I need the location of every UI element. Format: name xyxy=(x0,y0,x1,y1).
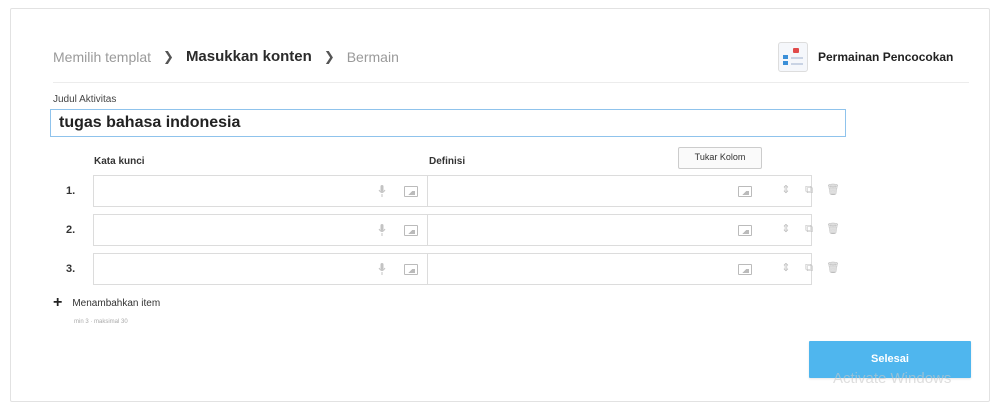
item-number: 2. xyxy=(66,224,76,236)
reorder-icon[interactable]: ⇕ xyxy=(780,184,792,196)
keyword-input[interactable] xyxy=(93,214,428,246)
duplicate-icon[interactable]: ⧉ xyxy=(803,262,815,274)
plus-icon: + xyxy=(53,294,63,311)
chevron-right-icon: ❯ xyxy=(163,48,174,64)
game-type-indicator: Permainan Pencocokan xyxy=(778,42,953,72)
trash-icon[interactable]: 🗑 xyxy=(826,262,840,274)
reorder-icon[interactable]: ⇕ xyxy=(780,262,792,274)
item-row: 3. ⇕ ⧉ 🗑 xyxy=(50,253,850,285)
item-count-hint: min 3 · maksimal 30 xyxy=(74,319,128,325)
row-actions: ⇕ ⧉ 🗑 xyxy=(780,223,840,235)
microphone-icon[interactable] xyxy=(378,224,386,236)
trash-icon[interactable]: 🗑 xyxy=(826,223,840,235)
duplicate-icon[interactable]: ⧉ xyxy=(803,184,815,196)
add-item-button[interactable]: + Menambahkan item xyxy=(53,294,161,311)
match-game-icon xyxy=(778,42,808,72)
image-icon[interactable] xyxy=(404,225,418,236)
duplicate-icon[interactable]: ⧉ xyxy=(803,223,815,235)
row-actions: ⇕ ⧉ 🗑 xyxy=(780,262,840,274)
image-icon[interactable] xyxy=(738,225,752,236)
image-icon[interactable] xyxy=(404,186,418,197)
game-type-label: Permainan Pencocokan xyxy=(818,50,954,64)
definition-input[interactable] xyxy=(428,175,812,207)
divider xyxy=(53,82,969,83)
item-row: 1. ⇕ ⧉ 🗑 xyxy=(50,175,850,207)
reorder-icon[interactable]: ⇕ xyxy=(780,223,792,235)
chevron-right-icon: ❯ xyxy=(323,48,335,64)
item-row: 2. ⇕ ⧉ 🗑 xyxy=(50,214,850,246)
microphone-icon[interactable] xyxy=(378,185,386,197)
microphone-icon[interactable] xyxy=(378,263,386,275)
breadcrumb-step-content: Masukkan konten xyxy=(185,48,312,65)
trash-icon[interactable]: 🗑 xyxy=(826,184,840,196)
row-actions: ⇕ ⧉ 🗑 xyxy=(780,184,840,196)
keyword-input[interactable] xyxy=(93,253,428,285)
definition-input[interactable] xyxy=(428,253,812,285)
activation-watermark: Activate Windows xyxy=(833,370,952,387)
breadcrumb: Memilih templat ❯ Masukkan konten ❯ Berm… xyxy=(53,48,399,65)
image-icon[interactable] xyxy=(404,264,418,275)
image-icon[interactable] xyxy=(738,186,752,197)
item-number: 1. xyxy=(66,185,76,197)
breadcrumb-step-play: Bermain xyxy=(346,48,399,65)
item-number: 3. xyxy=(66,263,76,275)
definition-column-header: Definisi xyxy=(429,156,466,167)
activity-title-label: Judul Aktivitas xyxy=(53,94,117,105)
keyword-input[interactable] xyxy=(93,175,428,207)
keyword-column-header: Kata kunci xyxy=(94,156,145,167)
swap-columns-button[interactable]: Tukar Kolom xyxy=(678,147,762,169)
definition-input[interactable] xyxy=(428,214,812,246)
image-icon[interactable] xyxy=(738,264,752,275)
breadcrumb-step-template[interactable]: Memilih templat xyxy=(53,49,151,65)
activity-title-input[interactable] xyxy=(50,109,846,137)
add-item-label: Menambahkan item xyxy=(72,297,161,309)
